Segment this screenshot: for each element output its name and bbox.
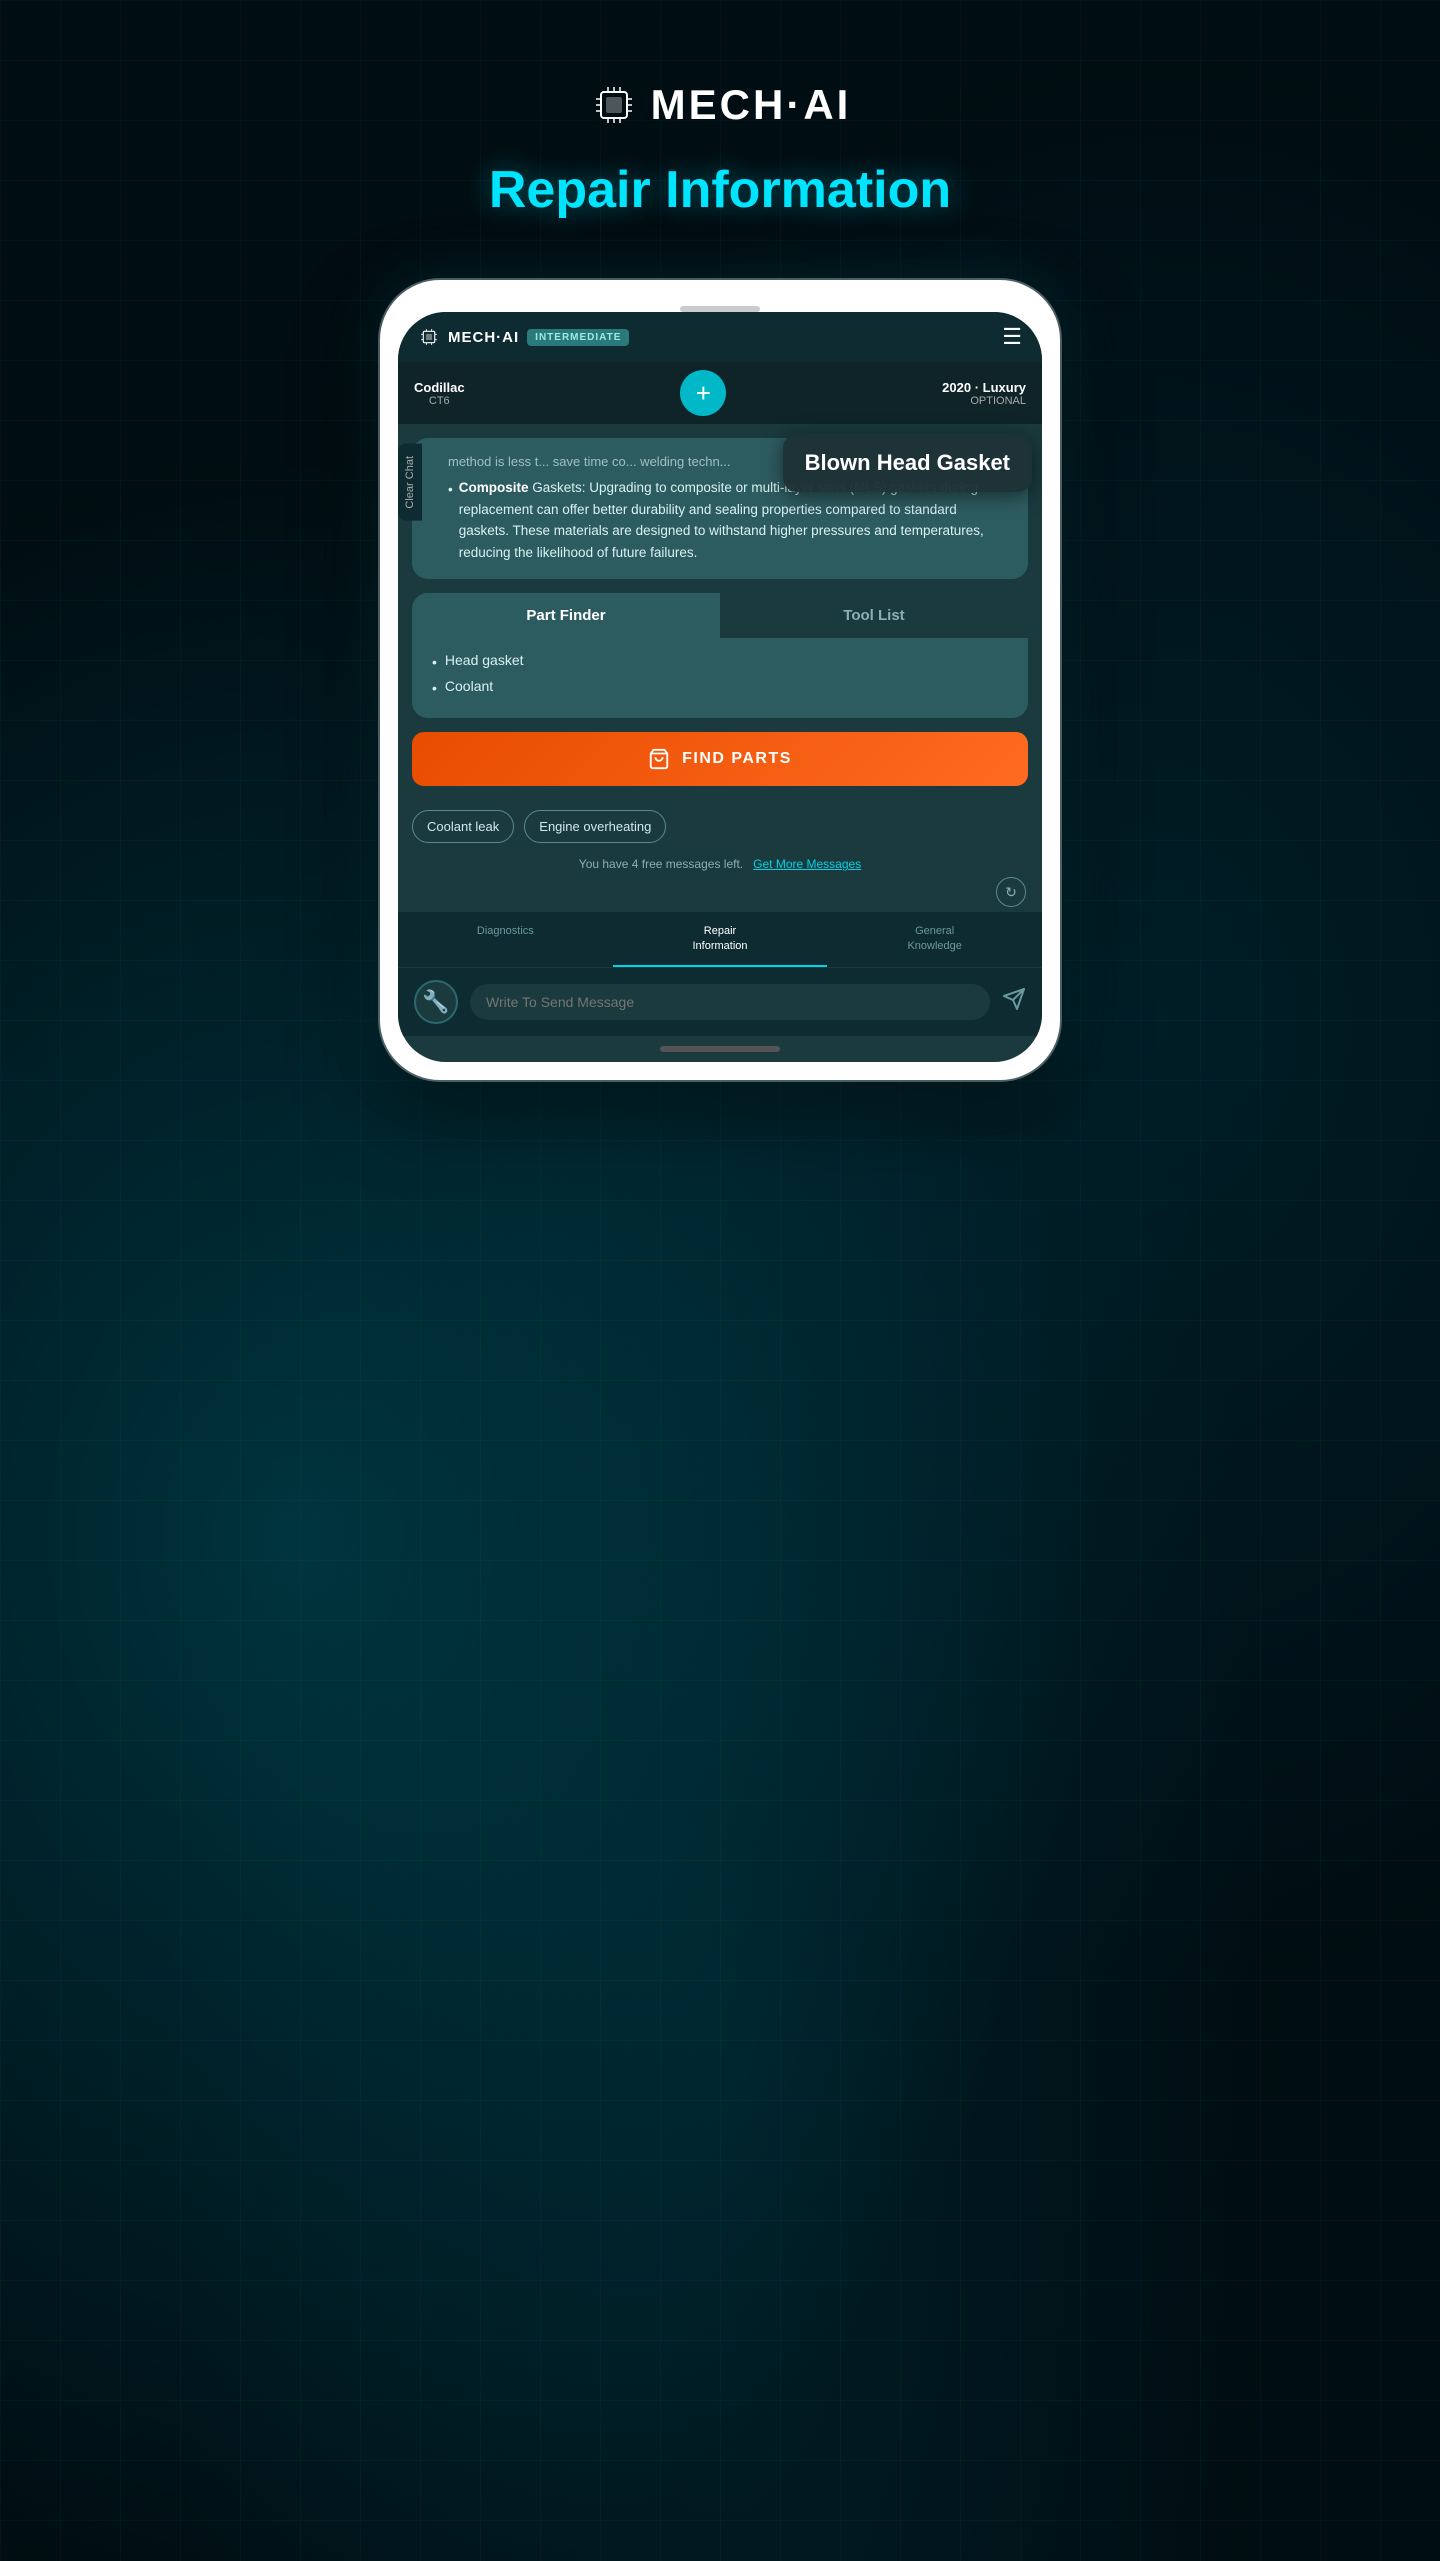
nav-diagnostics-label: Diagnostics xyxy=(406,924,605,938)
header-logo-icon xyxy=(418,326,440,348)
suggestions-area: Coolant leak Engine overheating xyxy=(398,802,1042,851)
page-title: Repair Information xyxy=(489,160,951,220)
vehicle-right-info: 2020 · Luxury OPTIONAL xyxy=(942,380,1026,407)
bullet-point: • xyxy=(448,479,453,501)
free-messages-bar: You have 4 free messages left. Get More … xyxy=(398,851,1042,877)
obd-icon: 🔧 xyxy=(422,989,449,1015)
phone-device: MECH·AI INTERMEDIATE ☰ Codillac CT6 + 20… xyxy=(380,280,1060,1080)
parts-finder-container: Part Finder Tool List • Head gasket • xyxy=(412,593,1028,718)
parts-item-head-gasket: • Head gasket xyxy=(432,652,1008,670)
bullet-2: • xyxy=(432,680,437,696)
parts-tabs: Part Finder Tool List xyxy=(412,593,1028,638)
phone-home-indicator xyxy=(660,1046,780,1052)
vehicle-trim-left: CT6 xyxy=(414,395,465,407)
obd-avatar: 🔧 xyxy=(414,980,458,1024)
send-button[interactable] xyxy=(1002,987,1026,1017)
app-header: MECH·AI INTERMEDIATE ☰ xyxy=(398,312,1042,362)
bullet-1: • xyxy=(432,654,437,670)
nav-diagnostics[interactable]: Diagnostics xyxy=(398,912,613,967)
mechai-logo-icon xyxy=(589,80,639,130)
vehicle-selector: Codillac CT6 + 2020 · Luxury OPTIONAL xyxy=(398,362,1042,424)
free-messages-text: You have 4 free messages left. xyxy=(579,857,743,871)
header-logo: MECH·AI INTERMEDIATE xyxy=(418,326,629,348)
nav-repair-information[interactable]: RepairInformation xyxy=(613,912,828,967)
refresh-button[interactable]: ↻ xyxy=(996,877,1026,907)
vehicle-year: 2020 · Luxury xyxy=(942,380,1026,395)
cart-icon xyxy=(648,748,670,770)
bottom-navigation: Diagnostics RepairInformation GeneralKno… xyxy=(398,911,1042,967)
suggestion-coolant-leak[interactable]: Coolant leak xyxy=(412,810,514,843)
vehicle-make-model: Codillac xyxy=(414,380,465,395)
part-name-1: Head gasket xyxy=(445,652,524,668)
app-name: MECH·AI xyxy=(651,81,852,129)
refresh-area: ↻ xyxy=(398,877,1042,911)
part-name-2: Coolant xyxy=(445,678,493,694)
find-parts-label: FIND PARTS xyxy=(682,750,792,768)
suggestion-engine-overheating[interactable]: Engine overheating xyxy=(524,810,666,843)
phone-screen: MECH·AI INTERMEDIATE ☰ Codillac CT6 + 20… xyxy=(398,312,1042,1062)
hamburger-menu-icon[interactable]: ☰ xyxy=(1002,326,1022,348)
blown-head-gasket-tooltip: Blown Head Gasket xyxy=(783,434,1032,492)
vehicle-left-info: Codillac CT6 xyxy=(414,380,465,407)
page-wrapper: MECH·AI Repair Information xyxy=(0,0,1440,1080)
parts-list: • Head gasket • Coolant xyxy=(412,638,1028,718)
tooltip-label: Blown Head Gasket xyxy=(805,450,1010,475)
add-vehicle-button[interactable]: + xyxy=(680,370,726,416)
composite-bold: Composite xyxy=(459,480,529,495)
message-input[interactable] xyxy=(470,984,990,1020)
tab-part-finder[interactable]: Part Finder xyxy=(412,593,720,638)
get-more-messages-link[interactable]: Get More Messages xyxy=(753,857,861,871)
message-input-bar: 🔧 xyxy=(398,967,1042,1036)
vehicle-trim-right: OPTIONAL xyxy=(942,395,1026,407)
clear-chat-button[interactable]: Clear Chat xyxy=(398,444,422,521)
nav-general-knowledge-label: GeneralKnowledge xyxy=(835,924,1034,953)
send-icon xyxy=(1002,987,1026,1011)
chat-area: Clear Chat Blown Head Gasket method is l… xyxy=(398,424,1042,911)
nav-repair-info-label: RepairInformation xyxy=(621,924,820,953)
header-logo-text: MECH·AI xyxy=(448,329,519,346)
find-parts-button[interactable]: FIND PARTS xyxy=(412,732,1028,786)
tab-tool-list[interactable]: Tool List xyxy=(720,593,1028,638)
skill-level-badge: INTERMEDIATE xyxy=(527,329,629,346)
logo-area: MECH·AI xyxy=(589,80,852,130)
parts-item-coolant: • Coolant xyxy=(432,678,1008,696)
nav-general-knowledge[interactable]: GeneralKnowledge xyxy=(827,912,1042,967)
